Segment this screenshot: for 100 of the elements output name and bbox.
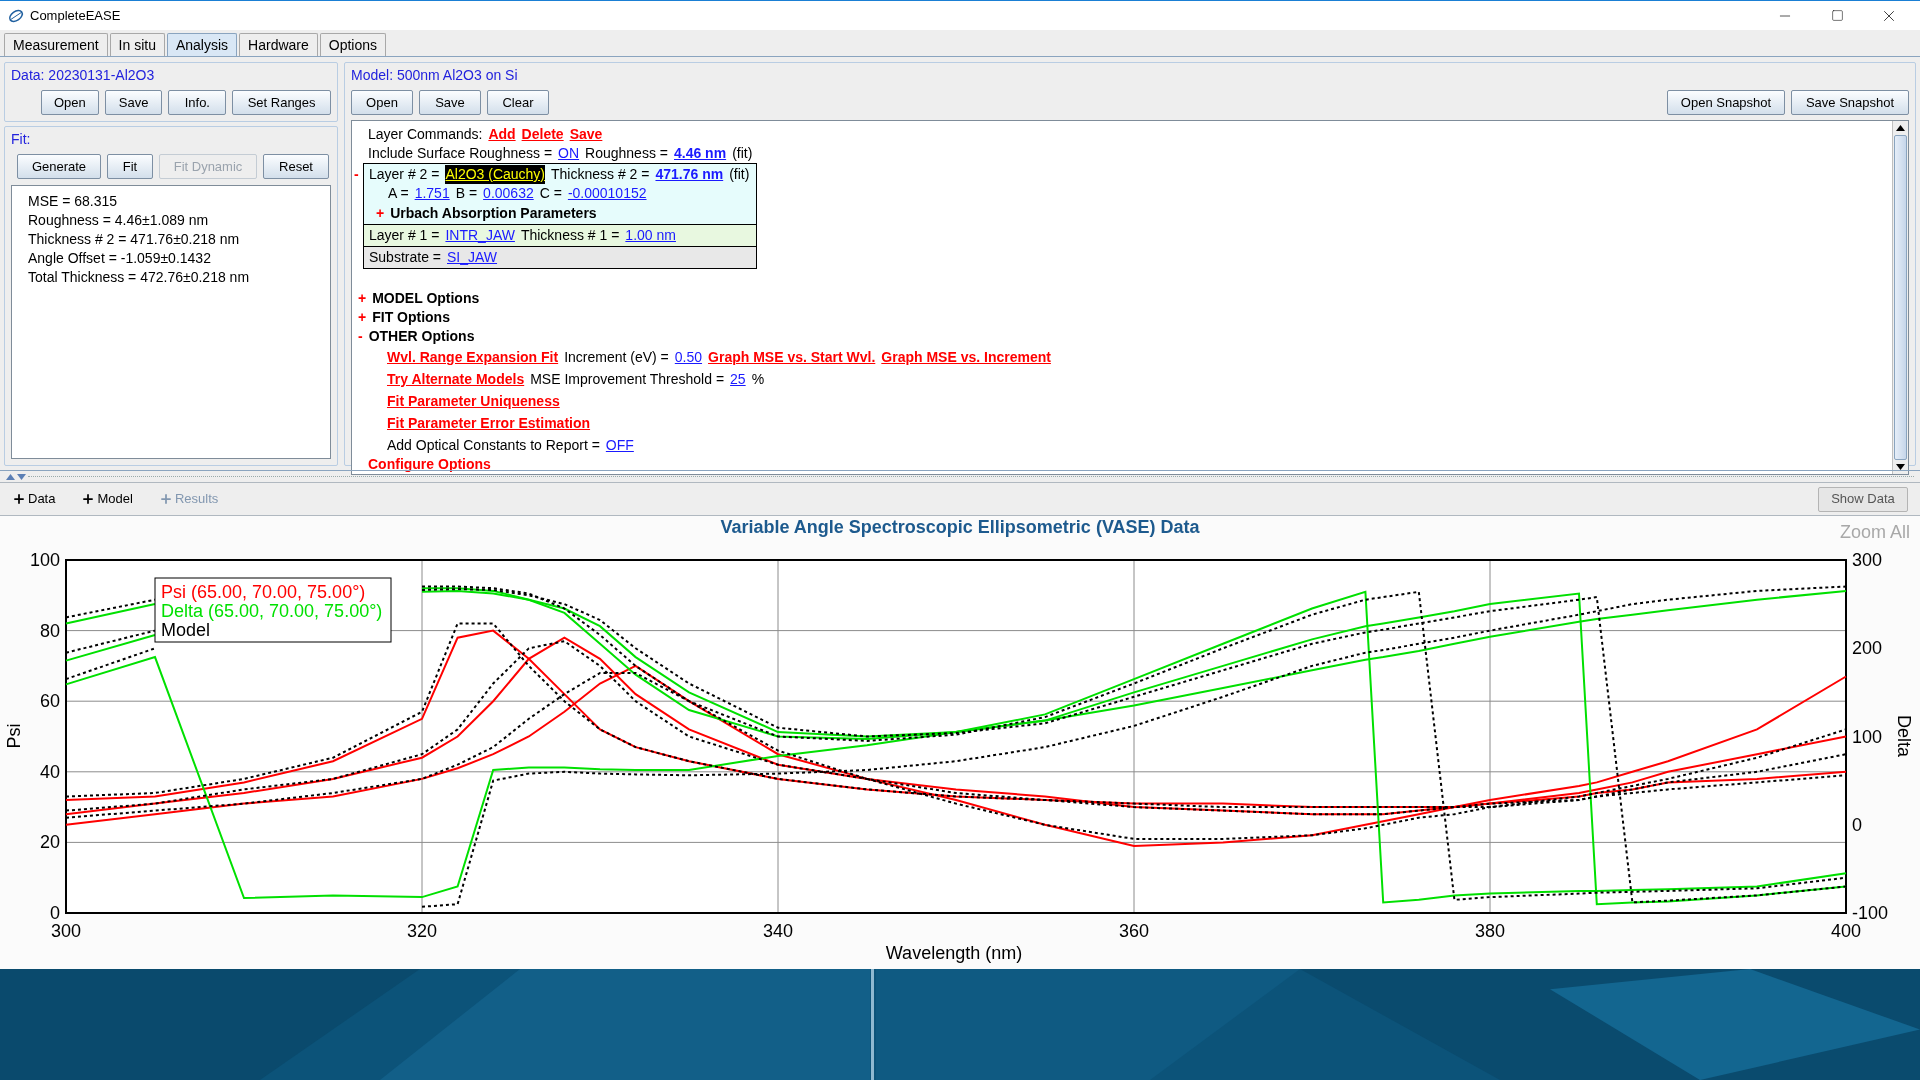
toolbar-button[interactable]: Data <box>12 489 56 509</box>
label-text: Layer Commands: <box>368 125 483 144</box>
tick-label: 320 <box>407 921 437 941</box>
tick-label: 0 <box>1852 814 1862 835</box>
result-line: MSE = 68.315 <box>28 192 119 211</box>
axis-label: Wavelength (nm) <box>885 943 1023 963</box>
value-link[interactable]: -0.00010152 <box>567 184 647 203</box>
scrollbar-thumb[interactable] <box>1894 135 1907 460</box>
button[interactable]: Save <box>419 90 481 115</box>
plus-icon <box>12 492 26 506</box>
legend-label: Model <box>161 620 211 640</box>
window-title: CompleteEASE <box>30 6 121 25</box>
expand-toggle[interactable]: - <box>354 165 359 184</box>
tick-label: 300 <box>1852 550 1883 570</box>
label-text: Layer # 1 = <box>369 226 440 245</box>
value-link[interactable]: 4.46 nm <box>674 144 727 163</box>
app-icon <box>8 7 24 24</box>
axis-label: Psi <box>4 723 24 749</box>
toolbar-button[interactable]: Model <box>81 489 133 509</box>
value-link[interactable]: OFF <box>605 436 634 455</box>
splitter-down-icon[interactable] <box>17 473 26 480</box>
label-text: Add Optical Constants to Report = <box>387 436 600 455</box>
tick-label: 20 <box>39 832 60 853</box>
label-text: A = <box>388 184 409 203</box>
legend-label: Delta (65.00, 70.00, 75.00°) <box>161 601 383 621</box>
command-link[interactable]: Graph MSE vs. Increment <box>881 348 1051 367</box>
command-link[interactable]: Configure Options <box>368 455 491 474</box>
command-link[interactable]: Save <box>569 125 603 144</box>
label-text: % <box>751 370 765 389</box>
expand-toggle[interactable]: + <box>376 204 385 223</box>
tab[interactable]: Options <box>319 33 387 56</box>
command-link[interactable]: Fit Parameter Uniqueness <box>387 392 560 411</box>
button[interactable]: Save <box>104 90 163 115</box>
section-heading: Urbach Absorption Parameters <box>390 204 597 223</box>
value-link[interactable]: 471.76 nm <box>655 165 724 184</box>
tick-label: 360 <box>1119 921 1149 941</box>
legend-label: Psi (65.00, 70.00, 75.00°) <box>161 582 366 602</box>
button[interactable]: Save Snapshot <box>1791 90 1909 115</box>
section-heading: FIT Options <box>372 308 450 327</box>
value-link[interactable]: INTR_JAW <box>445 226 515 245</box>
tab[interactable]: In situ <box>109 33 165 56</box>
group-title: Data: 20230131-Al2O3 <box>11 66 156 85</box>
result-line: Roughness = 4.46±1.089 nm <box>28 211 210 230</box>
show-data-button[interactable]: Show Data <box>1818 486 1908 512</box>
plus-icon <box>158 492 173 506</box>
value-link[interactable]: SI_JAW <box>447 248 498 267</box>
section-heading: OTHER Options <box>368 327 475 346</box>
button[interactable]: Fit <box>107 154 153 179</box>
tick-label: 380 <box>1475 921 1505 941</box>
label-text: Roughness = <box>585 144 668 163</box>
result-line: Thickness # 2 = 471.76±0.218 nm <box>28 230 241 249</box>
material-link[interactable]: Al2O3 (Cauchy) <box>445 165 546 184</box>
tick-label: 40 <box>39 761 60 782</box>
tick-label: 200 <box>1852 638 1883 659</box>
button[interactable]: Info. <box>168 90 227 115</box>
command-link[interactable]: Fit Parameter Error Estimation <box>387 414 591 433</box>
group-title: Model: 500nm Al2O3 on Si <box>351 66 519 85</box>
label-text: C = <box>539 184 562 203</box>
tick-label: 80 <box>39 620 60 641</box>
expand-toggle[interactable]: + <box>358 289 367 308</box>
button[interactable]: Open Snapshot <box>1667 90 1785 115</box>
command-link[interactable]: Delete <box>521 125 564 144</box>
splitter-up-icon[interactable] <box>6 473 15 480</box>
tick-label: 0 <box>50 903 60 923</box>
button[interactable]: Generate <box>17 154 101 179</box>
command-link[interactable]: Add <box>488 125 516 144</box>
chart-title: Variable Angle Spectroscopic Ellipsometric (VASE) Data <box>720 517 1200 537</box>
label-text: Thickness # 1 = <box>520 226 620 245</box>
tab[interactable]: Hardware <box>239 33 318 56</box>
value-link[interactable]: 25 <box>730 370 746 389</box>
command-link[interactable]: Graph MSE vs. Start Wvl. <box>708 348 876 367</box>
value-link[interactable]: ON <box>558 144 580 163</box>
value-link[interactable]: 0.00632 <box>483 184 534 203</box>
tick-label: 300 <box>51 921 81 941</box>
value-link[interactable]: 1.751 <box>414 184 450 203</box>
expand-toggle[interactable]: + <box>358 308 367 327</box>
label-text: Layer # 2 = <box>369 165 440 184</box>
label-text: B = <box>455 184 478 203</box>
command-link[interactable]: Try Alternate Models <box>387 370 525 389</box>
group-title: Fit: <box>11 130 32 149</box>
label-text: (fit) <box>732 144 753 163</box>
expand-toggle[interactable]: - <box>358 327 363 346</box>
button[interactable]: Open <box>41 90 99 115</box>
button[interactable]: Open <box>351 90 413 115</box>
button[interactable]: Set Ranges <box>232 90 331 115</box>
value-link[interactable]: 1.00 nm <box>625 226 676 245</box>
label-text: Substrate = <box>369 248 441 267</box>
button[interactable]: Clear <box>487 90 549 115</box>
value-link[interactable]: 0.50 <box>674 348 703 367</box>
label-text: MSE Improvement Threshold = <box>530 370 725 389</box>
tick-label: 60 <box>39 691 60 712</box>
tab[interactable]: Analysis <box>166 33 238 56</box>
section-heading: MODEL Options <box>372 289 480 308</box>
label-text: Thickness # 2 = <box>551 165 650 184</box>
label-text: (fit) <box>729 165 750 184</box>
tab[interactable]: Measurement <box>4 33 108 56</box>
tick-label: 100 <box>1852 726 1883 747</box>
command-link[interactable]: Wvl. Range Expansion Fit <box>387 348 559 367</box>
button[interactable]: Reset <box>263 154 329 179</box>
tick-label: 340 <box>763 921 793 941</box>
